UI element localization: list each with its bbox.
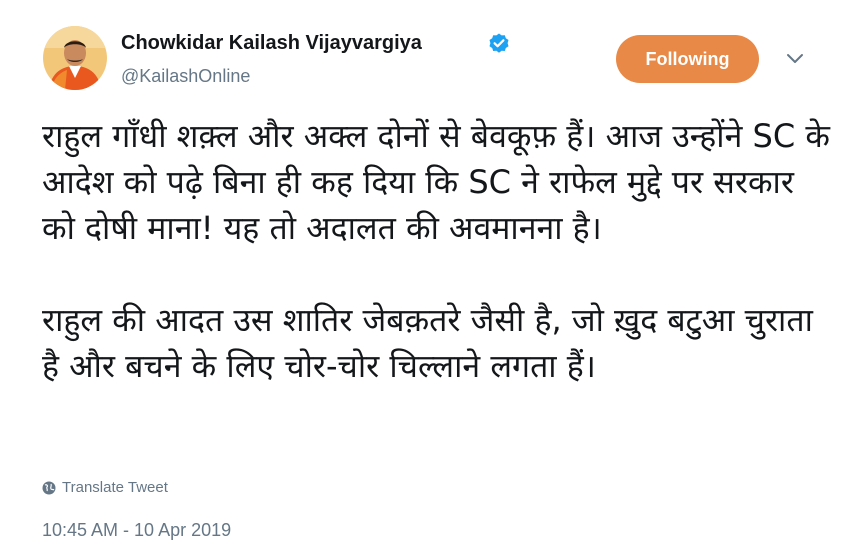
translate-tweet-link[interactable]: Translate Tweet: [42, 479, 168, 496]
tweet-timestamp[interactable]: 10:45 AM - 10 Apr 2019: [42, 520, 231, 541]
profile-photo: [43, 26, 107, 90]
avatar[interactable]: [43, 26, 107, 90]
tweet-paragraph: राहुल गाँधी शक़्ल और अक्ल दोनों से बेवकू…: [42, 117, 841, 247]
tweet-paragraph: राहुल की आदत उस शातिर जेबक़तरे जैसी है, …: [42, 301, 824, 385]
verified-badge-icon: [489, 33, 509, 53]
translate-label: Translate Tweet: [62, 479, 168, 496]
globe-icon: [42, 481, 56, 494]
following-button[interactable]: Following: [616, 35, 759, 83]
tweet-card: Chowkidar Kailash Vijayvargiya @KailashO…: [0, 0, 850, 550]
user-handle[interactable]: @KailashOnline: [121, 66, 250, 87]
chevron-down-icon[interactable]: [786, 52, 804, 66]
tweet-text: राहुल गाँधी शक़्ल और अक्ल दोनों से बेवकू…: [42, 113, 832, 389]
display-name[interactable]: Chowkidar Kailash Vijayvargiya: [121, 32, 422, 55]
